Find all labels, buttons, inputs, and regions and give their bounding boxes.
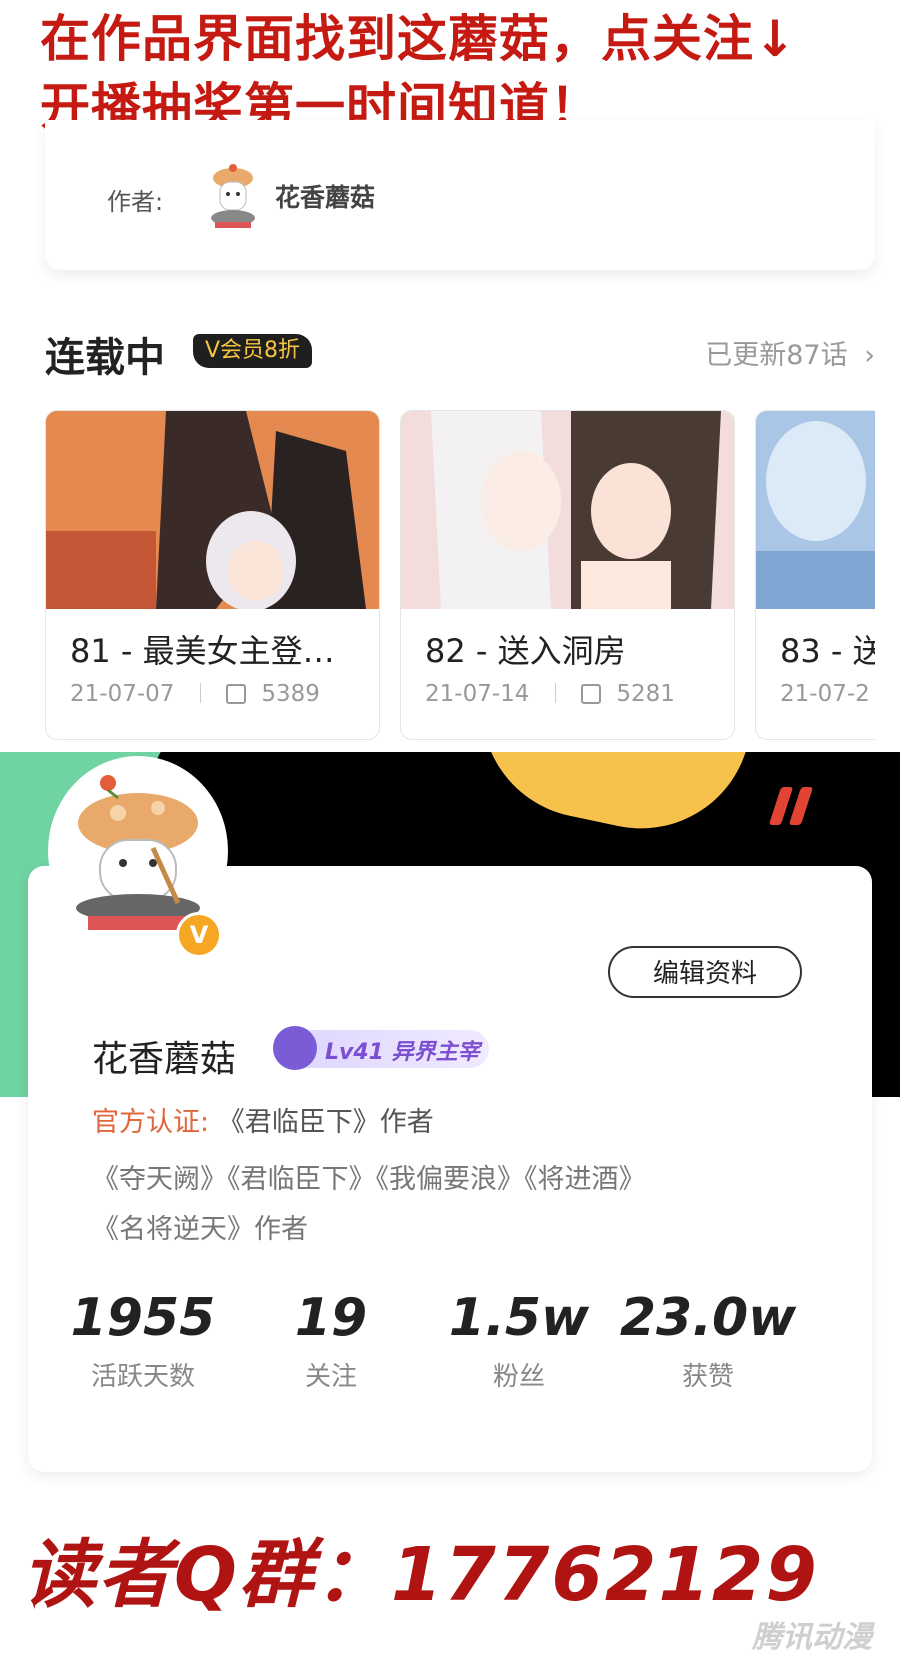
stat-label: 粉丝 [492, 1362, 545, 1392]
update-count-text: 已更新87话 [705, 340, 848, 371]
works-line: 《名将逆天》作者 [92, 1214, 308, 1245]
stat-value: 1955 [70, 1288, 216, 1348]
episode-title: 83 - 送 [780, 632, 875, 670]
stat-label: 关注 [304, 1362, 357, 1392]
stat-active-days[interactable]: 1955 活跃天数 [53, 1288, 233, 1393]
qq-group-text: 读者Q群：177621​29 [22, 1532, 819, 1618]
episode-likes: 5281 [616, 681, 675, 707]
episode-title: 81 - 最美女主登… [70, 632, 335, 670]
works-line: 《夺天阙》《君临臣下》《我偏要浪》《将进酒》 [92, 1164, 646, 1195]
thumbs-up-icon [226, 684, 247, 704]
episode-likes: 5389 [261, 681, 320, 707]
author-name[interactable]: 花香蘑菇 [275, 178, 375, 214]
episode-thumbnail [756, 411, 875, 609]
episode-card[interactable]: 82 - 送入洞房 21-07-14 5281 [400, 410, 735, 740]
stat-label: 获赞 [681, 1362, 734, 1392]
stat-following[interactable]: 19 关注 [241, 1288, 421, 1393]
episode-card[interactable]: 81 - 最美女主登… 21-07-07 5389 [45, 410, 380, 740]
episode-thumbnail [401, 411, 734, 609]
watermark-logo: 腾讯动漫 [752, 1620, 872, 1655]
episode-thumbnail [46, 411, 379, 611]
stat-followers[interactable]: 1.5w 粉丝 [429, 1288, 609, 1393]
official-certification: 官方认证: 《君临臣下》作者 [92, 1100, 434, 1139]
verified-v-badge: V [176, 912, 222, 958]
vip-discount-badge[interactable]: V会员8折 [193, 334, 313, 368]
works-list: 《夺天阙》《君临臣下》《我偏要浪》《将进酒》 《名将逆天》作者 [92, 1155, 792, 1255]
stat-value: 19 [294, 1288, 368, 1348]
level-icon [273, 1026, 317, 1070]
thumbs-up-icon [581, 684, 602, 704]
level-text: Lv41 异界主宰 [325, 1040, 480, 1065]
episode-date: 21-07-14 [425, 681, 530, 707]
cert-label: 官方认证: [92, 1107, 210, 1138]
episode-title: 82 - 送入洞房 [425, 632, 626, 670]
update-count-link[interactable]: 已更新87话 › [705, 333, 875, 372]
divider [554, 683, 556, 703]
episode-date: 21-07-07 [70, 681, 175, 707]
stat-value: 23.0w [619, 1288, 797, 1348]
stat-value: 1.5w [448, 1288, 590, 1348]
author-label: 作者: [107, 188, 164, 216]
serial-title: 连载中 [45, 335, 165, 381]
episode-meta: 21-07-2 [780, 681, 870, 707]
user-name: 花香蘑菇 [92, 1039, 237, 1080]
divider [199, 683, 201, 703]
cert-text: 《君临臣下》作者 [217, 1107, 434, 1138]
chevron-right-icon: › [864, 340, 875, 371]
stat-label: 活跃天数 [90, 1362, 195, 1392]
author-avatar[interactable] [203, 160, 263, 230]
level-badge[interactable]: Lv41 异界主宰 [273, 1026, 489, 1070]
stat-likes[interactable]: 23.0w 获赞 [618, 1288, 798, 1393]
stats-row: 1955 活跃天数 19 关注 1.5w 粉丝 23.0w 获赞 [28, 1288, 872, 1408]
episode-meta: 21-07-07 5389 [70, 681, 320, 707]
promo-line-1: 在作品界面找到这蘑菇，点关注↓ [40, 10, 797, 68]
episode-date: 21-07-2 [780, 681, 870, 707]
author-card: 作者: 花香蘑菇 [45, 120, 875, 270]
episode-card[interactable]: 83 - 送 21-07-2 [755, 410, 875, 740]
edit-profile-button[interactable]: 编辑资料 [608, 946, 802, 998]
serial-header: 连载中 V会员8折 已更新87话 › [45, 325, 875, 385]
episode-meta: 21-07-14 5281 [425, 681, 675, 707]
episode-list: 81 - 最美女主登… 21-07-07 5389 82 - 送入洞房 21-0… [45, 410, 875, 740]
